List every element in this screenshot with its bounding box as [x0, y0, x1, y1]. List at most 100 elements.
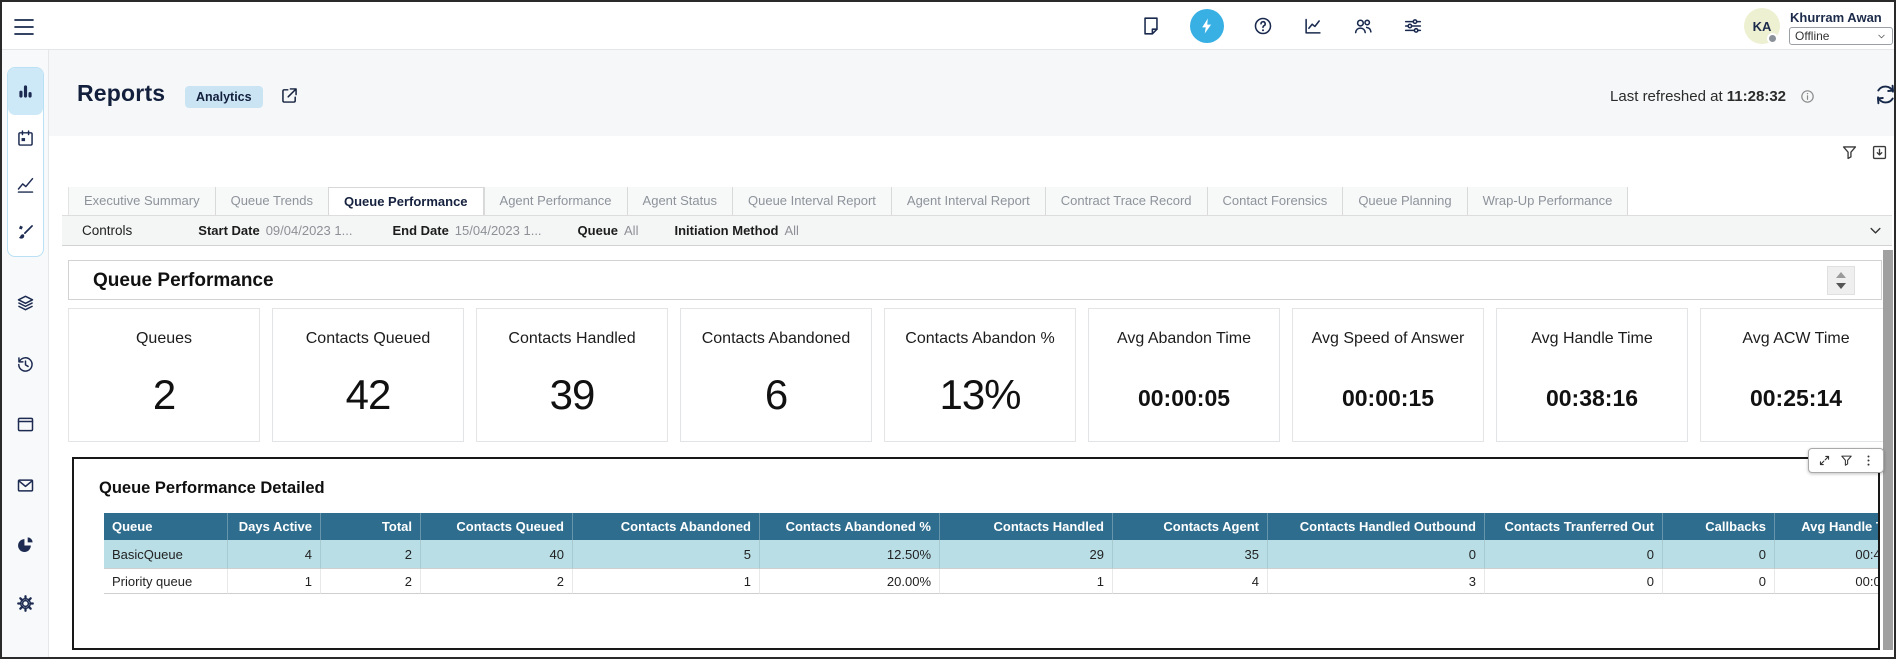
sidebar-item-gear[interactable] [15, 593, 36, 614]
column-header-contacts-handled-outbound[interactable]: Contacts Handled Outbound [1268, 513, 1485, 540]
column-header-contacts-abandoned[interactable]: Contacts Abandoned [573, 513, 760, 540]
help-icon[interactable] [1252, 15, 1274, 37]
tab-agent-performance[interactable]: Agent Performance [484, 187, 627, 215]
column-header-contacts-agent[interactable]: Contacts Agent [1113, 513, 1268, 540]
kpi-label: Contacts Abandoned [681, 330, 871, 348]
section-spinner [1827, 266, 1855, 295]
sidebar-item-calendar[interactable] [8, 115, 43, 162]
column-header-avg-handle-time[interactable]: Avg Handle Time [1775, 513, 1880, 540]
info-icon[interactable] [1799, 88, 1816, 105]
column-header-days-active[interactable]: Days Active [228, 513, 321, 540]
tab-agent-status[interactable]: Agent Status [627, 187, 732, 215]
spinner-down-button[interactable] [1836, 283, 1846, 289]
column-header-contacts-handled[interactable]: Contacts Handled [940, 513, 1113, 540]
table-cell: 1 [573, 569, 760, 594]
control-value: 09/04/2023 1... [266, 223, 353, 238]
sidebar-analytics-group [7, 67, 44, 257]
table-row-basicqueue[interactable]: BasicQueue4240512.50%293500000:42:22 [104, 540, 1880, 569]
kpi-card-avg-abandon-time: Avg Abandon Time00:00:05 [1088, 308, 1280, 442]
agents-icon[interactable] [1352, 15, 1374, 37]
column-header-total[interactable]: Total [321, 513, 421, 540]
column-header-contacts-queued[interactable]: Contacts Queued [421, 513, 573, 540]
preferences-icon[interactable] [1402, 15, 1424, 37]
kpi-card-avg-acw-time: Avg ACW Time00:25:14 [1700, 308, 1892, 442]
kpi-card-contacts-queued: Contacts Queued42 [272, 308, 464, 442]
tab-queue-interval-report[interactable]: Queue Interval Report [732, 187, 891, 215]
hamburger-menu-icon[interactable] [12, 15, 36, 37]
table-cell: 00:01:19 [1775, 569, 1880, 594]
table-cell: BasicQueue [104, 540, 228, 569]
status-dot [1767, 33, 1778, 44]
kpi-value: 00:25:14 [1701, 385, 1891, 412]
tab-contract-trace-record[interactable]: Contract Trace Record [1045, 187, 1207, 215]
report-tabs: Executive SummaryQueue TrendsQueue Perfo… [68, 187, 1628, 215]
panel-filter-icon[interactable] [1839, 453, 1854, 468]
column-header-contacts-tranferred-out[interactable]: Contacts Tranferred Out [1485, 513, 1663, 540]
section-title: Queue Performance [93, 270, 274, 292]
table-cell: 4 [1113, 569, 1268, 594]
table-cell: 1 [228, 569, 321, 594]
tab-wrap-up-performance[interactable]: Wrap-Up Performance [1467, 187, 1629, 215]
kpi-value: 00:00:15 [1293, 385, 1483, 412]
last-refreshed-time: 11:28:32 [1727, 88, 1786, 105]
control-end-date[interactable]: End Date 15/04/2023 1... [392, 223, 541, 238]
filter-icon[interactable] [1840, 143, 1859, 162]
flash-icon[interactable] [1190, 9, 1224, 43]
table-row-priority-queue[interactable]: Priority queue122120.00%1430000:01:19 [104, 569, 1880, 594]
top-bar: KA Khurram Awan Offline [2, 2, 1894, 50]
refresh-icon[interactable] [1872, 81, 1896, 108]
kpi-label: Avg Speed of Answer [1293, 330, 1483, 348]
sidebar-item-pie-chart[interactable] [15, 534, 36, 555]
control-queue[interactable]: QueueAll [578, 223, 639, 238]
sidebar-item-design[interactable] [8, 209, 43, 256]
vertical-scrollbar[interactable] [1883, 250, 1893, 650]
column-header-contacts-abandoned-%[interactable]: Contacts Abandoned % [760, 513, 940, 540]
controls-label: Controls [82, 223, 132, 238]
tab-queue-performance[interactable]: Queue Performance [328, 187, 484, 215]
table-cell: 29 [940, 540, 1113, 569]
expand-icon[interactable] [1817, 453, 1832, 468]
table-cell: 0 [1485, 569, 1663, 594]
table-cell: 35 [1113, 540, 1268, 569]
agent-status-value: Offline [1795, 29, 1829, 43]
table-cell: 0 [1663, 569, 1775, 594]
kpi-card-contacts-handled: Contacts Handled39 [476, 308, 668, 442]
agent-status-select[interactable]: Offline [1789, 27, 1893, 45]
tab-executive-summary[interactable]: Executive Summary [68, 187, 215, 215]
control-value: 15/04/2023 1... [455, 223, 542, 238]
panel-toolbar [1808, 448, 1884, 473]
metrics-icon[interactable] [1302, 15, 1324, 37]
tab-contact-forensics[interactable]: Contact Forensics [1207, 187, 1343, 215]
sidebar-item-mail[interactable] [15, 475, 36, 496]
kebab-menu-icon[interactable] [1861, 453, 1876, 468]
control-label: End Date [392, 223, 448, 238]
kpi-card-queues: Queues 2 [68, 308, 260, 442]
notes-icon[interactable] [1140, 15, 1162, 37]
detail-panel-title: Queue Performance Detailed [99, 479, 325, 498]
control-label: Initiation Method [674, 223, 778, 238]
open-external-icon[interactable] [279, 85, 300, 106]
column-header-callbacks[interactable]: Callbacks [1663, 513, 1775, 540]
controls-expand-chevron-icon[interactable] [1866, 221, 1885, 240]
table-cell: 2 [321, 540, 421, 569]
control-start-date[interactable]: Start Date09/04/2023 1... [198, 223, 352, 238]
kpi-value: 2 [69, 371, 259, 419]
sidebar-item-line-chart[interactable] [8, 162, 43, 209]
download-icon[interactable] [1870, 143, 1889, 162]
topbar-icon-group [1140, 2, 1424, 50]
detail-panel: Queue Performance Detailed QueueDays Act… [72, 457, 1880, 650]
tab-queue-trends[interactable]: Queue Trends [215, 187, 328, 215]
sidebar-item-bar-chart[interactable] [8, 68, 43, 115]
spinner-up-button[interactable] [1836, 272, 1846, 278]
tab-agent-interval-report[interactable]: Agent Interval Report [891, 187, 1045, 215]
kpi-value: 6 [681, 371, 871, 419]
tab-queue-planning[interactable]: Queue Planning [1342, 187, 1466, 215]
table-cell: 2 [321, 569, 421, 594]
column-header-queue[interactable]: Queue [104, 513, 228, 540]
app-window: KA Khurram Awan Offline Reports Analytic… [0, 0, 1896, 659]
kpi-label: Queues [69, 330, 259, 348]
sidebar-item-window[interactable] [15, 414, 36, 435]
control-initiation-method[interactable]: Initiation MethodAll [674, 223, 798, 238]
sidebar-item-history[interactable] [15, 354, 36, 375]
sidebar-item-layers[interactable] [15, 293, 36, 314]
